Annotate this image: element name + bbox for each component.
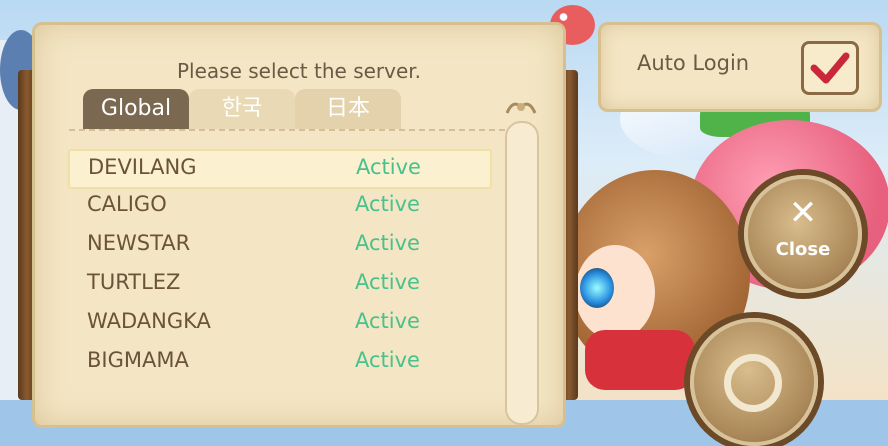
scrollbar[interactable] (505, 121, 539, 425)
server-name: WADANGKA (87, 309, 211, 333)
circle-icon (724, 354, 782, 412)
scroll-ornament-icon (505, 102, 537, 114)
server-list: DEVILANG Active CALIGO Active NEWSTAR Ac… (68, 129, 505, 421)
character-scarf-art (585, 330, 695, 390)
server-status: Active (355, 348, 420, 372)
server-row-turtlez[interactable]: TURTLEZ Active (69, 266, 489, 302)
panel-title: Please select the server. (176, 59, 422, 83)
server-row-caligo[interactable]: CALIGO Active (69, 188, 489, 224)
tab-korea[interactable]: 한국 (189, 89, 295, 129)
server-name: DEVILANG (88, 155, 197, 179)
auto-login-box: Auto Login (598, 22, 882, 112)
close-button-label: Close (775, 239, 831, 260)
server-status: Active (355, 231, 420, 255)
confirm-button[interactable] (690, 318, 818, 446)
checkmark-icon (810, 52, 850, 84)
x-icon: ✕ (788, 193, 818, 233)
server-name: TURTLEZ (87, 270, 181, 294)
server-row-newstar[interactable]: NEWSTAR Active (69, 227, 489, 263)
auto-login-label: Auto Login (637, 51, 750, 75)
server-name: NEWSTAR (87, 231, 191, 255)
server-row-wadangka[interactable]: WADANGKA Active (69, 305, 489, 341)
server-status: Active (355, 270, 420, 294)
tab-global[interactable]: Global (83, 89, 189, 129)
server-row-bigmama[interactable]: BIGMAMA Active (69, 344, 489, 380)
close-button[interactable]: ✕ Close (744, 175, 862, 293)
tab-japan[interactable]: 日本 (295, 89, 401, 129)
region-tabs: Global 한국 日本 (83, 89, 403, 129)
server-select-panel: Please select the server. Global 한국 日本 D… (32, 22, 566, 428)
server-status: Active (355, 192, 420, 216)
auto-login-checkbox[interactable] (801, 41, 859, 95)
server-name: BIGMAMA (87, 348, 189, 372)
character-eye-art (580, 268, 614, 308)
server-name: CALIGO (87, 192, 167, 216)
server-status: Active (356, 155, 421, 179)
server-status: Active (355, 309, 420, 333)
server-row-devilang[interactable]: DEVILANG Active (68, 149, 492, 189)
